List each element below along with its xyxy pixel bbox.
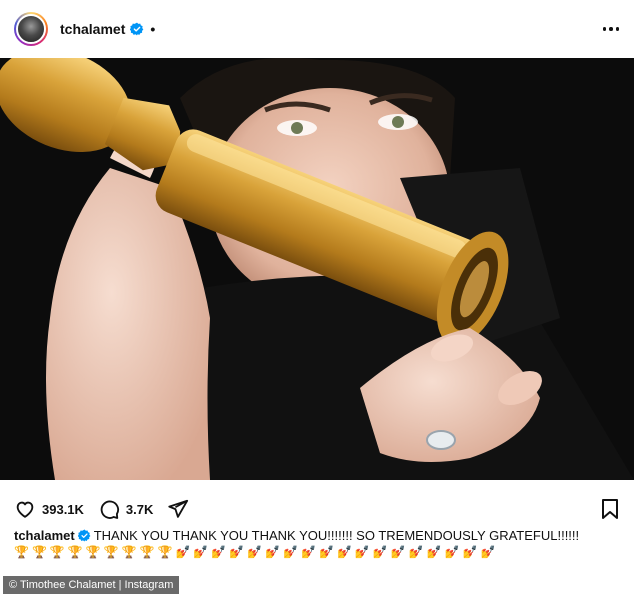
- verified-badge-icon: [130, 22, 144, 36]
- comments-count[interactable]: 3.7K: [126, 502, 153, 517]
- verified-badge-icon: [77, 529, 91, 542]
- post-photo[interactable]: [0, 58, 634, 480]
- caption-username[interactable]: tchalamet: [14, 528, 75, 543]
- profile-avatar[interactable]: [14, 12, 48, 46]
- avatar-image: [16, 14, 46, 44]
- bookmark-icon[interactable]: [600, 498, 620, 520]
- photo-illustration: [0, 58, 634, 480]
- post-caption: tchalamet THANK YOU THANK YOU THANK YOU!…: [14, 528, 620, 544]
- comment-action[interactable]: 3.7K: [98, 498, 153, 520]
- save-action[interactable]: [600, 498, 620, 525]
- post-header: tchalamet •: [0, 0, 634, 58]
- likes-count[interactable]: 393.1K: [42, 502, 84, 517]
- post-actions-bar: 393.1K 3.7K: [0, 494, 634, 524]
- more-options-icon[interactable]: [600, 18, 622, 40]
- paper-plane-icon[interactable]: [167, 498, 189, 520]
- like-action[interactable]: 393.1K: [14, 498, 84, 520]
- share-action[interactable]: [167, 498, 189, 520]
- username-link[interactable]: tchalamet: [60, 21, 125, 37]
- caption-text: THANK YOU THANK YOU THANK YOU!!!!!!! SO …: [93, 528, 580, 543]
- heart-icon[interactable]: [14, 498, 36, 520]
- comment-bubble-icon[interactable]: [98, 498, 120, 520]
- caption-emoji-row: 🏆🏆🏆🏆🏆🏆🏆🏆🏆💅💅💅💅💅💅💅💅💅💅💅💅💅💅💅💅💅💅: [14, 545, 499, 559]
- photo-credit: © Timothee Chalamet | Instagram: [3, 576, 180, 594]
- header-dot-separator: •: [150, 21, 156, 37]
